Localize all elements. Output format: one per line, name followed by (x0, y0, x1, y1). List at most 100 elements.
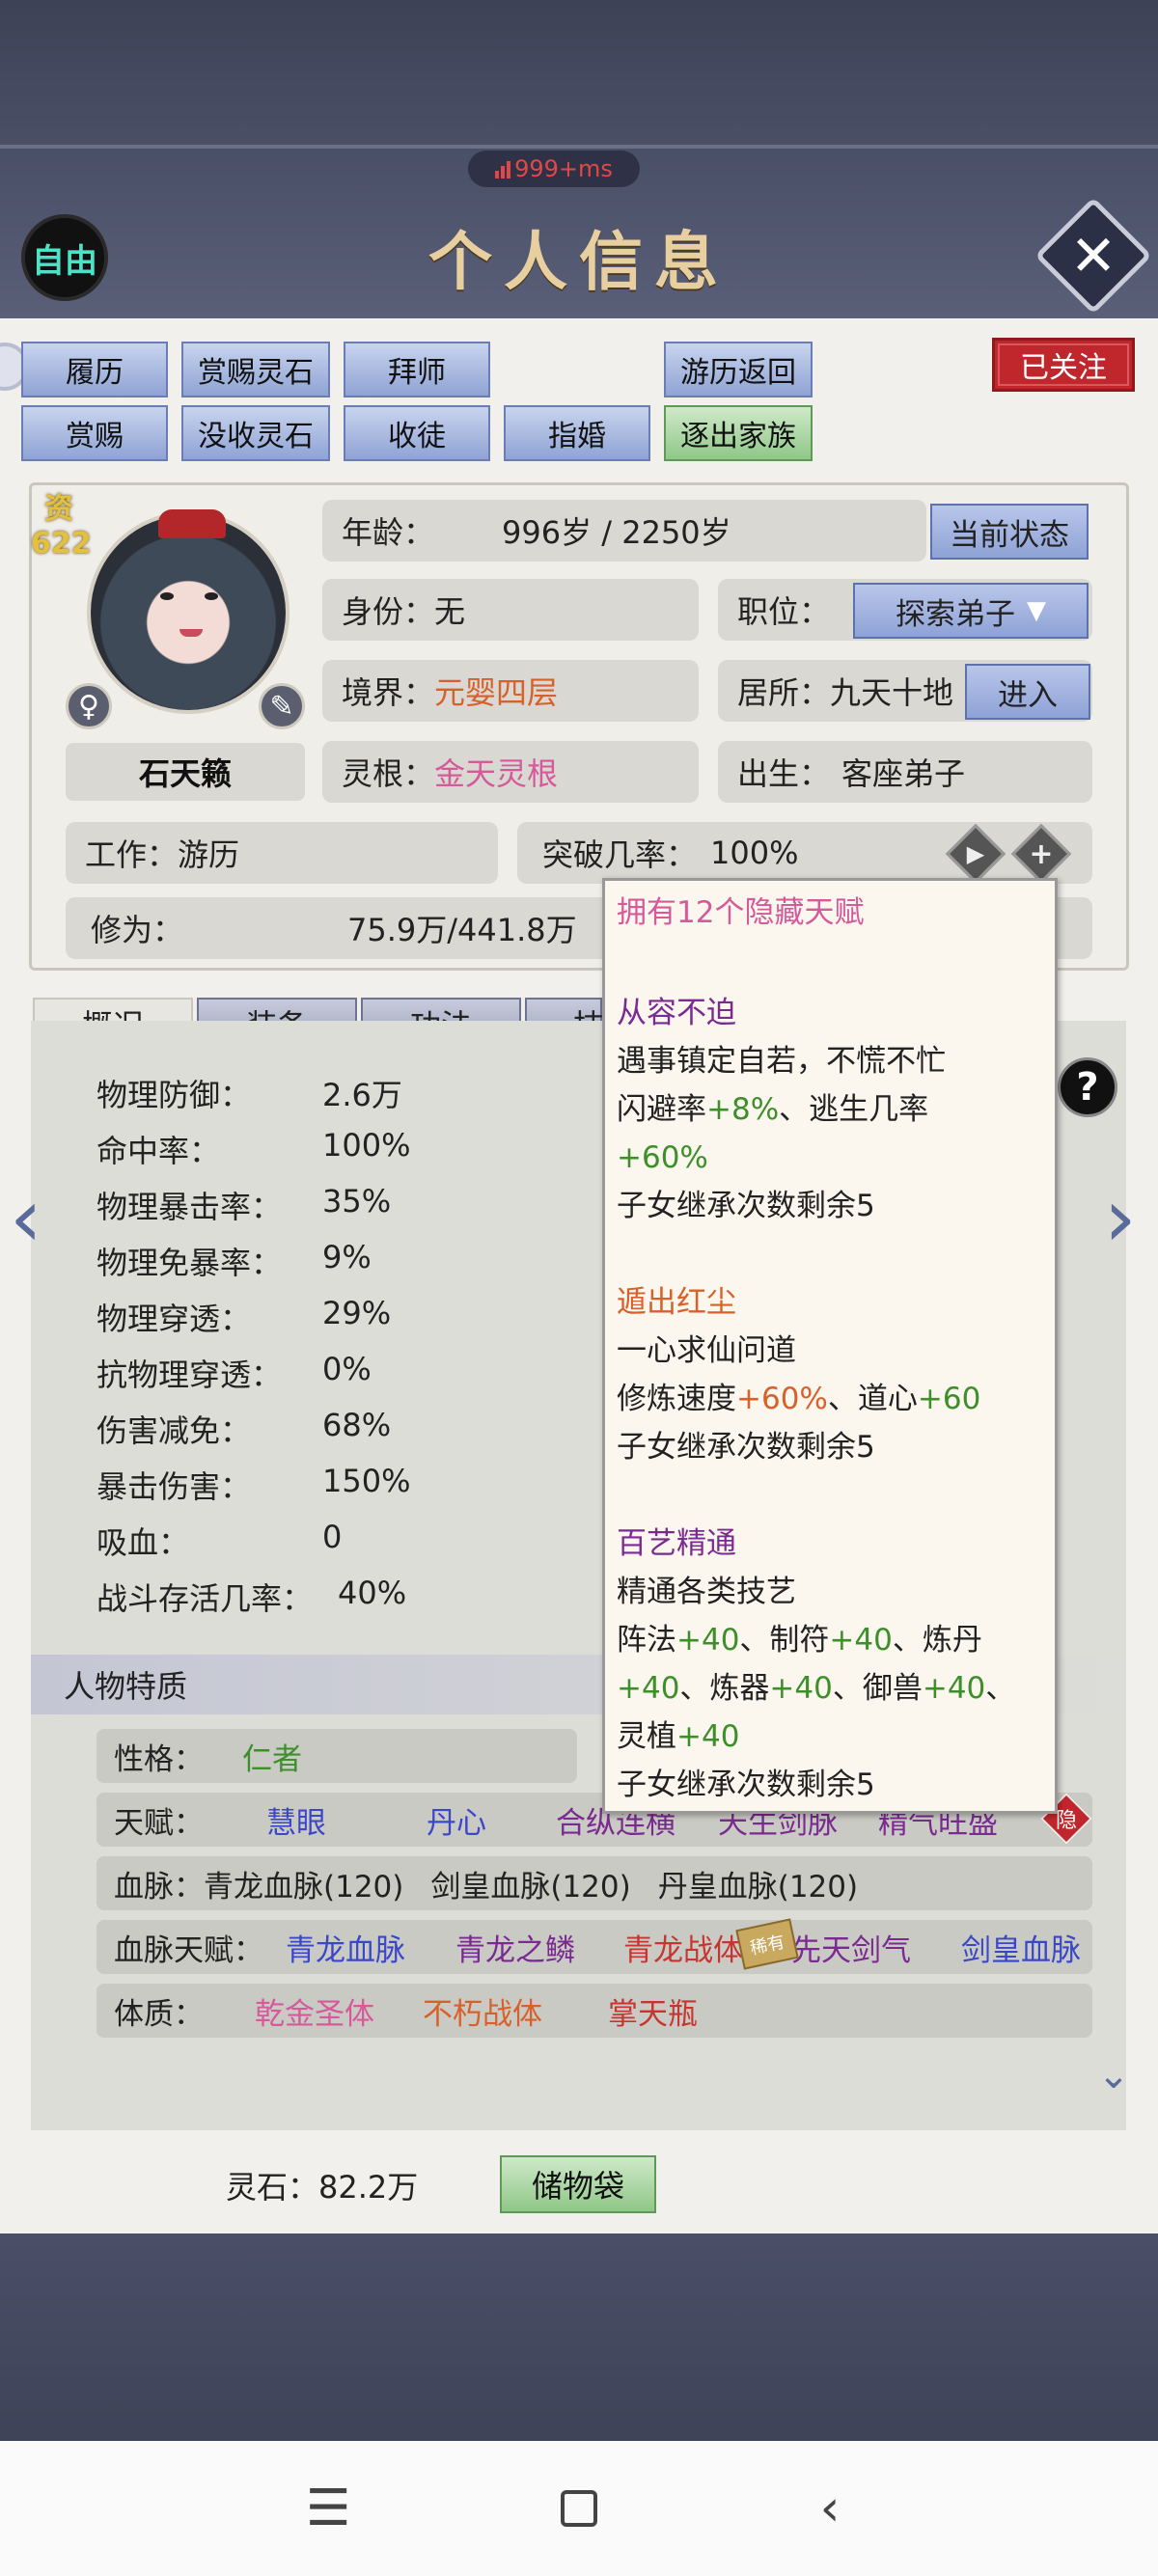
talent-desc: 一心求仙问道 (617, 1333, 796, 1368)
identity-label: 身份： (342, 593, 435, 630)
chevron-down-icon: ▼ (1027, 596, 1046, 625)
scroll-down-icon[interactable]: ⌄ (1085, 2053, 1143, 2097)
talent-inherit: 子女继承次数剩余5 (617, 1768, 875, 1802)
talent-effect: 修炼速度+60%、道心+60 (617, 1382, 981, 1416)
talent-effect: 闪避率+8%、逃生几率 (617, 1092, 929, 1127)
spirit-stone-count: 灵石：82.2万 (226, 2169, 419, 2206)
age-field: 年龄： 996岁 / 2250岁 (322, 500, 926, 562)
plus-icon[interactable]: + (1010, 823, 1072, 885)
menu-icon[interactable]: ☰ (299, 2480, 357, 2537)
breakthrough-label: 突破几率： (542, 836, 698, 873)
physique-item[interactable]: 乾金圣体 (255, 1989, 374, 2033)
blood-talent-item[interactable]: 先天剑气 (791, 1926, 911, 1969)
take-disciple-button[interactable]: 收徒 (344, 405, 490, 461)
blood-talent-label: 血脉天赋： (114, 1932, 263, 1968)
cultivation-label: 修为： (91, 912, 184, 948)
stat-value: 150% (322, 1463, 411, 1499)
stat-value: 40% (338, 1575, 407, 1611)
stat-value: 0% (322, 1351, 372, 1387)
personality-row: 性格： 仁者 (96, 1729, 577, 1783)
physique-item[interactable]: 掌天瓶 (608, 1989, 698, 2033)
back-icon[interactable]: ‹ (801, 2480, 859, 2537)
realm-field: 境界： 元婴四层 (322, 660, 699, 722)
signal-icon (495, 159, 511, 178)
blood-talent-item[interactable]: 青龙战体 (623, 1926, 743, 1969)
physique-row: 体质： 乾金圣体 不朽战体 掌天瓶 (96, 1984, 1092, 2038)
birth-value: 客座弟子 (841, 755, 966, 792)
travel-return-button[interactable]: 游历返回 (664, 342, 813, 397)
arrange-marriage-button[interactable]: 指婚 (504, 405, 650, 461)
bloodline-item[interactable]: 剑皇血脉(120) (430, 1862, 630, 1905)
stat-label: 物理穿透： (96, 1301, 252, 1337)
play-icon[interactable]: ▶ (945, 823, 1006, 885)
identity-field: 身份： 无 (322, 579, 699, 641)
character-name[interactable]: 石天籁 (66, 743, 305, 801)
reward-stone-button[interactable]: 赏赐灵石 (181, 342, 330, 397)
history-button[interactable]: 履历 (21, 342, 168, 397)
help-icon[interactable]: ? (1058, 1057, 1117, 1117)
stat-label: 物理免暴率： (96, 1245, 283, 1281)
talent-effect: 灵植+40 (617, 1719, 740, 1754)
aptitude-badge: 资 622 (31, 492, 92, 567)
position-label: 职位： (737, 593, 831, 630)
talent-item[interactable]: 丹心 (427, 1798, 486, 1842)
mouth-icon (179, 629, 203, 637)
follow-button[interactable]: 已关注 (992, 338, 1135, 392)
close-icon[interactable]: ✕ (1052, 214, 1135, 297)
work-label: 工作： (85, 836, 179, 873)
enter-button[interactable]: 进入 (965, 664, 1090, 720)
residence-label: 居所： (737, 674, 831, 711)
talent-effect: 阵法+40、制符+40、炼丹 (617, 1623, 982, 1658)
physique-label: 体质： (114, 1996, 204, 2032)
stat-label: 物理防御： (96, 1077, 252, 1113)
hidden-talents-tooltip: 拥有12个隐藏天赋 从容不迫 遇事镇定自若，不慌不忙 闪避率+8%、逃生几率 +… (602, 878, 1058, 1814)
stat-value: 9% (322, 1239, 372, 1275)
blood-talent-item[interactable]: 青龙之鳞 (455, 1926, 575, 1969)
hair-ornament-icon (158, 509, 226, 538)
residence-value: 九天十地 (830, 674, 954, 711)
top-backdrop (0, 0, 1158, 145)
blood-talent-row: 血脉天赋： 青龙血脉 青龙之鳞 青龙战体 先天剑气 剑皇血脉 (96, 1920, 1092, 1974)
apprentice-button[interactable]: 拜师 (344, 342, 490, 397)
previous-arrow-icon[interactable]: ‹ (10, 1177, 48, 1258)
blood-talent-item[interactable]: 青龙血脉 (286, 1926, 405, 1969)
stat-label: 抗物理穿透： (96, 1357, 283, 1393)
aptitude-value: 622 (31, 527, 92, 561)
talent-desc: 遇事镇定自若，不慌不忙 (617, 1044, 946, 1079)
talent-desc: 精通各类技艺 (617, 1575, 796, 1609)
stat-label: 暴击伤害： (96, 1468, 252, 1505)
stat-label: 命中率： (96, 1133, 221, 1169)
expel-button[interactable]: 逐出家族 (664, 405, 813, 461)
edit-icon[interactable]: ✎ (259, 683, 305, 729)
current-status-button[interactable]: 当前状态 (930, 504, 1089, 560)
home-icon[interactable] (550, 2480, 608, 2537)
blood-talent-item[interactable]: 剑皇血脉 (961, 1926, 1081, 1969)
stat-value: 35% (322, 1183, 392, 1219)
bottom-backdrop (0, 2233, 1158, 2441)
page-title: 个人信息 (428, 224, 730, 299)
stat-label: 物理暴击率： (96, 1189, 283, 1225)
root-field: 灵根： 金天灵根 (322, 741, 699, 803)
cultivation-value: 75.9万/441.8万 (347, 912, 577, 948)
birth-field: 出生： 客座弟子 (718, 741, 1092, 803)
bloodline-item[interactable]: 丹皇血脉(120) (658, 1862, 858, 1905)
next-arrow-icon[interactable]: › (1104, 1177, 1143, 1258)
physique-item[interactable]: 不朽战体 (423, 1989, 542, 2033)
stat-label: 吸血： (96, 1524, 190, 1561)
root-label: 灵根： (342, 755, 435, 792)
personality-label: 性格： (114, 1741, 204, 1777)
talent-item[interactable]: 慧眼 (266, 1798, 326, 1842)
aptitude-label: 资 (44, 492, 73, 526)
reward-button[interactable]: 赏赐 (21, 405, 168, 461)
position-select[interactable]: 探索弟子 ▼ (853, 583, 1089, 639)
breakthrough-value: 100% (710, 835, 799, 871)
eye-icon (160, 592, 174, 600)
free-mode-button[interactable]: 自由 (21, 214, 108, 301)
avatar (87, 509, 290, 714)
confiscate-stone-button[interactable]: 没收灵石 (181, 405, 330, 461)
root-value: 金天灵根 (434, 755, 559, 792)
birth-label: 出生： (737, 755, 831, 792)
stat-value: 0 (322, 1519, 343, 1555)
storage-bag-button[interactable]: 储物袋 (500, 2155, 656, 2213)
bloodline-item[interactable]: 青龙血脉(120) (204, 1862, 403, 1905)
